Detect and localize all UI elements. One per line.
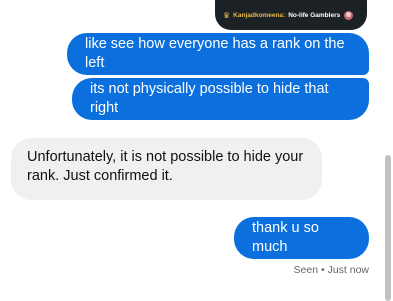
shared-image-preview[interactable]: ♛ Kanjadkomeena: No-life Gamblers bbox=[215, 0, 367, 30]
avatar-icon bbox=[344, 11, 354, 20]
message-bubble-sent[interactable]: like see how everyone has a rank on the … bbox=[67, 33, 369, 75]
message-bubble-sent[interactable]: thank u so much bbox=[234, 217, 369, 259]
scrollbar[interactable] bbox=[385, 155, 391, 301]
preview-text: No-life Gamblers bbox=[288, 12, 341, 19]
crown-icon: ♛ bbox=[223, 10, 231, 20]
preview-row: ♛ Kanjadkomeena: No-life Gamblers bbox=[223, 10, 354, 20]
message-bubble-sent[interactable]: its not physically possible to hide that… bbox=[72, 78, 369, 120]
message-bubble-received[interactable]: Unfortunately, it is not possible to hid… bbox=[11, 138, 322, 200]
seen-status: Seen • Just now bbox=[293, 264, 369, 276]
preview-handle: Kanjadkomeena: bbox=[233, 12, 286, 19]
